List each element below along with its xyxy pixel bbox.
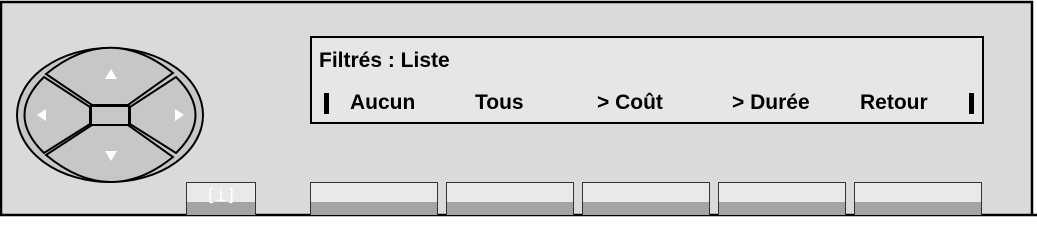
display-menu: Aucun Tous > Coût > Durée Retour <box>312 91 982 117</box>
softkey-4[interactable] <box>718 182 846 215</box>
menu-item-tous[interactable]: Tous <box>475 91 524 115</box>
softkey-5[interactable] <box>854 182 982 215</box>
menu-item-cout[interactable]: > Coût <box>597 91 663 115</box>
menu-item-retour[interactable]: Retour <box>860 91 928 115</box>
navigation-pad <box>16 46 204 183</box>
phone-panel: Filtrés : Liste Aucun Tous > Coût > Duré… <box>0 0 1037 223</box>
menu-bar-right <box>969 93 974 114</box>
display-title: Filtrés : Liste <box>319 49 450 72</box>
menu-bar-left <box>324 93 329 114</box>
softkey-2[interactable] <box>446 182 574 215</box>
softkey-3[interactable] <box>582 182 710 215</box>
menu-item-aucun[interactable]: Aucun <box>350 91 415 115</box>
nav-center <box>90 105 130 126</box>
lcd-display: Filtrés : Liste Aucun Tous > Coût > Duré… <box>310 36 984 124</box>
menu-item-duree[interactable]: > Durée <box>732 91 810 115</box>
softkey-1[interactable] <box>310 182 438 215</box>
info-icon: [i] <box>205 186 237 206</box>
info-button[interactable]: [i] <box>186 182 256 215</box>
